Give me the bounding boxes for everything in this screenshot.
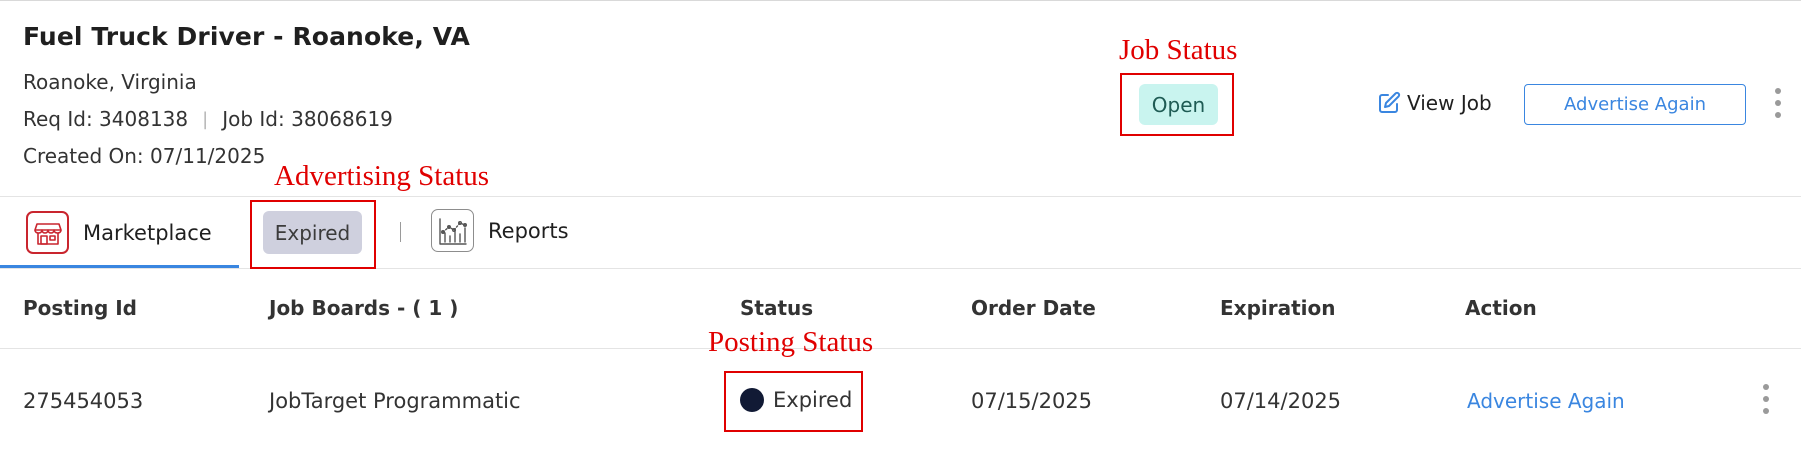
- column-header-order-date: Order Date: [971, 296, 1096, 320]
- job-created: Created On: 07/11/2025: [23, 144, 265, 168]
- job-id-label: Job Id:: [222, 107, 285, 131]
- tab-marketplace[interactable]: Marketplace: [0, 197, 239, 268]
- edit-icon: [1379, 91, 1401, 113]
- req-id-label: Req Id:: [23, 107, 93, 131]
- column-header-action: Action: [1465, 296, 1537, 320]
- job-ids: Req Id: 3408138 | Job Id: 38068619: [23, 107, 393, 131]
- column-header-expiration: Expiration: [1220, 296, 1336, 320]
- kebab-dot: [1775, 88, 1781, 94]
- id-separator: |: [202, 108, 209, 130]
- annotation-advertising-status-label: Advertising Status: [274, 160, 490, 192]
- chart-icon: [431, 209, 474, 252]
- tab-marketplace-label: Marketplace: [83, 220, 212, 245]
- tabs-top-divider: [0, 196, 1801, 197]
- storefront-icon: [26, 211, 69, 254]
- created-date: 07/11/2025: [150, 144, 266, 168]
- kebab-dot: [1763, 396, 1769, 402]
- tab-reports-label: Reports: [488, 218, 569, 243]
- annotation-job-status-box: [1120, 73, 1234, 136]
- column-header-job-boards: Job Boards - ( 1 ): [269, 296, 459, 320]
- tab-reports[interactable]: Reports: [431, 208, 569, 253]
- job-title: Fuel Truck Driver - Roanoke, VA: [23, 22, 470, 51]
- kebab-dot: [1763, 408, 1769, 414]
- header-more-menu[interactable]: [1773, 88, 1783, 118]
- kebab-dot: [1775, 100, 1781, 106]
- row-advertise-again-link[interactable]: Advertise Again: [1467, 389, 1625, 413]
- annotation-posting-status-box: [724, 371, 863, 432]
- job-location: Roanoke, Virginia: [23, 70, 197, 94]
- order-date-cell: 07/15/2025: [971, 389, 1093, 413]
- created-label: Created On:: [23, 144, 144, 168]
- advertise-again-button[interactable]: Advertise Again: [1524, 84, 1746, 125]
- expiration-cell: 07/14/2025: [1220, 389, 1342, 413]
- annotation-posting-status-label: Posting Status: [708, 326, 874, 358]
- column-header-posting-id: Posting Id: [23, 296, 137, 320]
- kebab-dot: [1775, 112, 1781, 118]
- view-job-link[interactable]: View Job: [1377, 88, 1492, 118]
- table-header-divider: [0, 348, 1801, 349]
- job-id-value: 38068619: [291, 107, 393, 131]
- column-header-status: Status: [740, 296, 814, 320]
- top-divider: [0, 0, 1801, 1]
- annotation-job-status-label: Job Status: [1119, 34, 1238, 66]
- posting-id-cell: 275454053: [23, 389, 144, 413]
- tab-separator: [400, 222, 401, 242]
- annotation-advertising-status-box: [250, 200, 376, 269]
- job-board-cell: JobTarget Programmatic: [269, 389, 521, 413]
- req-id-value: 3408138: [99, 107, 189, 131]
- kebab-dot: [1763, 384, 1769, 390]
- view-job-label: View Job: [1407, 91, 1492, 115]
- row-more-menu[interactable]: [1761, 384, 1771, 414]
